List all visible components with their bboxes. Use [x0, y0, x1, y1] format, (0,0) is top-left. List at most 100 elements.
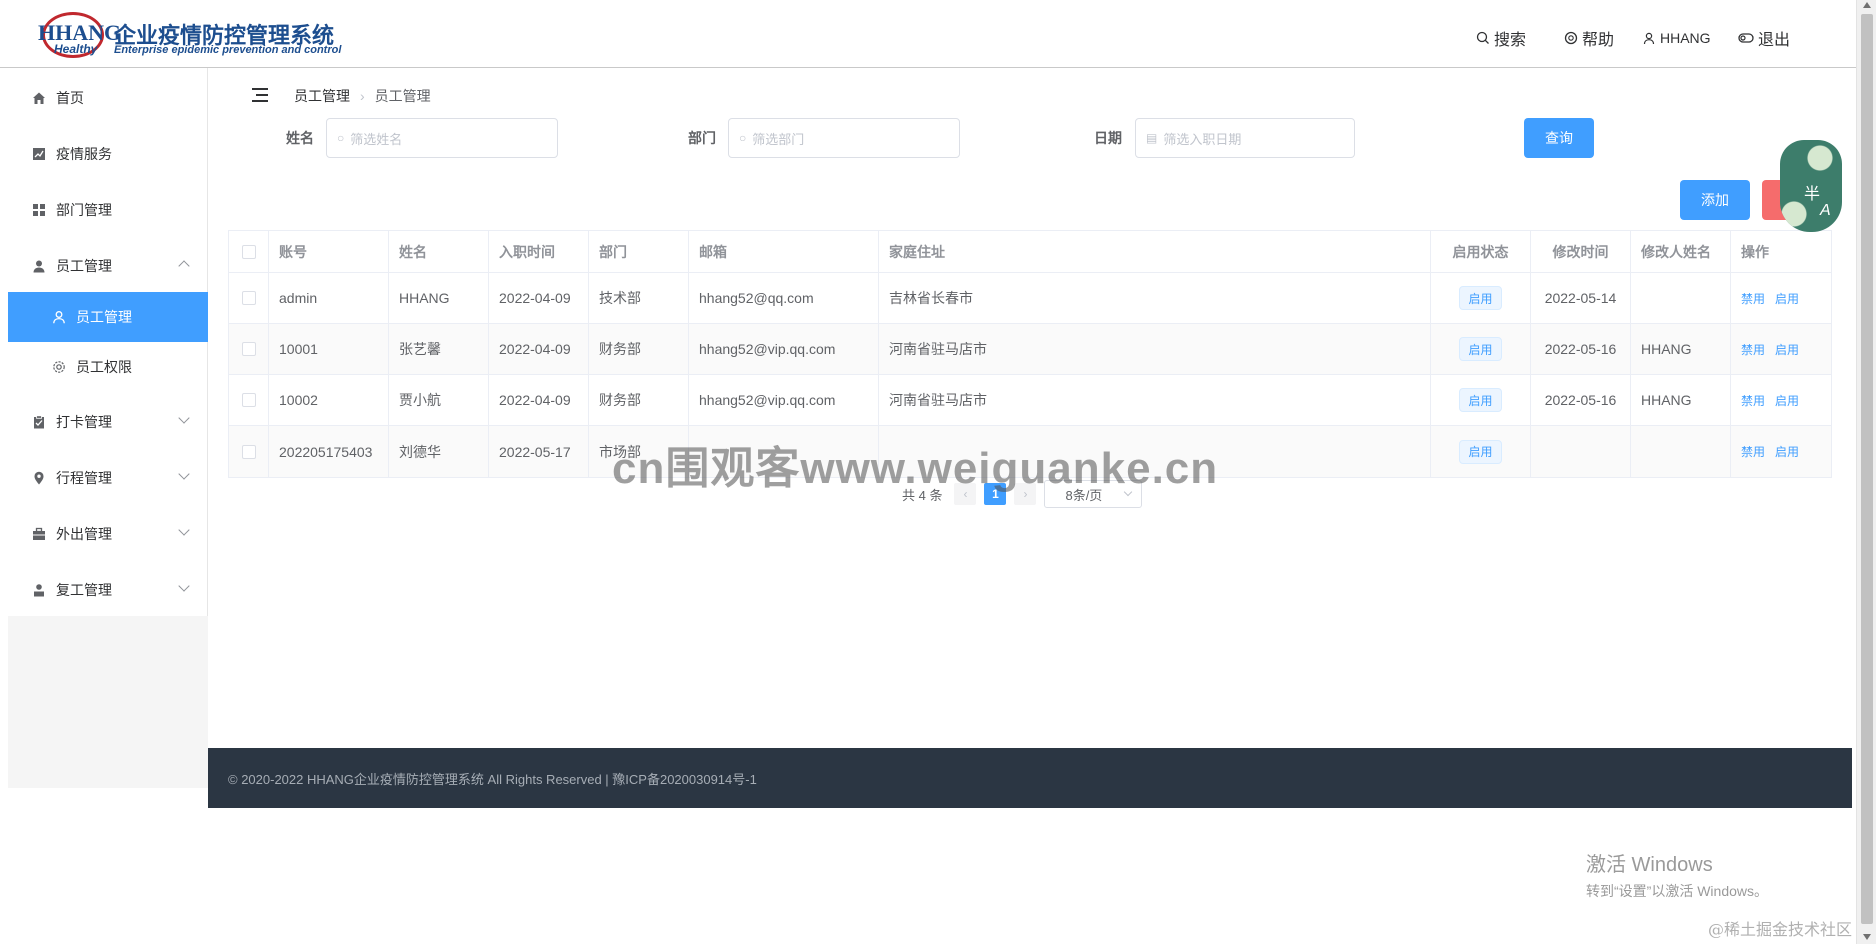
status-badge: 启用	[1459, 286, 1502, 310]
enable-link[interactable]: 启用	[1775, 392, 1799, 409]
breadcrumb-parent[interactable]: 员工管理	[294, 86, 350, 106]
select-all-checkbox[interactable]	[241, 244, 256, 259]
cell-join-date: 2022-04-09	[489, 324, 589, 374]
disable-link[interactable]: 禁用	[1741, 290, 1765, 307]
cell-status: 启用	[1431, 426, 1531, 477]
nav-logout-label: 退出	[1758, 32, 1791, 49]
nav-user-label: HHANG	[1660, 30, 1711, 46]
dept-filter-input[interactable]: ○ 筛选部门	[728, 118, 960, 158]
name-filter-input[interactable]: ○ 筛选姓名	[326, 118, 558, 158]
cell-modifier	[1631, 426, 1731, 477]
cell-modified: 2022-05-16	[1531, 375, 1631, 425]
cell-join-date: 2022-04-09	[489, 375, 589, 425]
disable-link[interactable]: 禁用	[1741, 392, 1765, 409]
name-filter-label: 姓名	[286, 130, 314, 146]
cell-dept: 财务部	[589, 324, 689, 374]
nav-user[interactable]: HHANG	[1642, 26, 1711, 50]
cell-name: HHANG	[389, 273, 489, 323]
dept-filter-label: 部门	[688, 130, 716, 146]
cell-ops: 禁用 启用	[1731, 426, 1833, 477]
table-row[interactable]: admin HHANG 2022-04-09 技术部 hhang52@qq.co…	[229, 273, 1831, 324]
calendar-icon: ▤	[1146, 131, 1158, 145]
worker-icon	[34, 584, 44, 597]
cell-name: 贾小航	[389, 375, 489, 425]
cell-email: hhang52@vip.qq.com	[689, 324, 879, 374]
cell-email: hhang52@vip.qq.com	[689, 375, 879, 425]
menu-collapse-icon[interactable]	[252, 88, 268, 102]
page-scrollbar[interactable]	[1856, 0, 1876, 944]
toggle-icon	[1738, 33, 1754, 43]
col-header: 账号	[269, 231, 389, 272]
col-header: 部门	[589, 231, 689, 272]
row-checkbox[interactable]	[241, 291, 256, 305]
query-button[interactable]: 查询	[1524, 118, 1594, 158]
sidebar-item-resume[interactable]: 复工管理	[8, 564, 208, 616]
nav-search[interactable]: 搜索	[1476, 26, 1526, 50]
sidebar-item-epidemic[interactable]: 疫情服务	[8, 128, 208, 180]
sidebar-item-dept[interactable]: 部门管理	[8, 184, 208, 236]
cell-modified: 2022-05-16	[1531, 324, 1631, 374]
main-content: 员工管理 › 员工管理 姓名 ○ 筛选姓名 部门 ○ 筛选部门 日期 ▤ 筛选入…	[208, 68, 1848, 748]
nav-help-label: 帮助	[1582, 32, 1615, 49]
row-checkbox[interactable]	[241, 342, 256, 356]
chevron-down-icon	[178, 412, 190, 424]
sidebar-item-home[interactable]: 首页	[8, 72, 208, 124]
scroll-down-icon[interactable]	[1863, 934, 1871, 940]
sidebar-item-staff-permission[interactable]: 员工权限	[8, 342, 208, 392]
sidebar-item-outing[interactable]: 外出管理	[8, 508, 208, 560]
home-icon	[33, 92, 45, 104]
date-filter-input[interactable]: ▤ 筛选入职日期	[1135, 118, 1355, 158]
status-badge: 启用	[1459, 337, 1502, 361]
cell-account: 202205175403	[269, 426, 389, 477]
sidebar-item-staff[interactable]: 员工管理	[8, 240, 208, 292]
date-filter-placeholder: 筛选入职日期	[1163, 131, 1242, 147]
widget-char: A	[1820, 202, 1831, 219]
cell-email: hhang52@qq.com	[689, 273, 879, 323]
row-checkbox[interactable]	[241, 444, 256, 459]
clipboard-icon	[34, 415, 44, 429]
sidebar-item-label: 员工权限	[76, 359, 132, 375]
help-icon	[1564, 31, 1578, 45]
row-checkbox[interactable]	[241, 393, 256, 407]
col-header: 邮箱	[689, 231, 879, 272]
table-row[interactable]: 10002 贾小航 2022-04-09 财务部 hhang52@vip.qq.…	[229, 375, 1831, 426]
date-filter-label: 日期	[1094, 130, 1122, 146]
logo-sub: Healthy	[54, 42, 98, 56]
table-header-row: 账号 姓名 入职时间 部门 邮箱 家庭住址 启用状态 修改时间 修改人姓名 操作	[229, 231, 1831, 273]
status-badge: 启用	[1459, 388, 1502, 412]
search-icon	[1476, 31, 1489, 44]
chevron-down-icon	[178, 580, 190, 592]
add-button[interactable]: 添加	[1680, 180, 1750, 220]
enable-link[interactable]: 启用	[1775, 443, 1799, 460]
nav-help[interactable]: 帮助	[1564, 26, 1614, 50]
nav-search-label: 搜索	[1494, 32, 1527, 49]
sidebar-item-staff-manage[interactable]: 员工管理	[8, 292, 208, 342]
windows-activation-title: 激活 Windows	[1586, 854, 1713, 876]
sidebar-item-trip[interactable]: 行程管理	[8, 452, 208, 504]
scrollbar-thumb[interactable]	[1861, 14, 1873, 924]
cell-ops: 禁用 启用	[1731, 324, 1833, 374]
logo[interactable]: HHANG Healthy 企业疫情防控管理系统 Enterprise epid…	[36, 10, 346, 60]
corner-watermark: @稀土掘金技术社区	[1708, 920, 1853, 939]
disable-link[interactable]: 禁用	[1741, 443, 1765, 460]
col-header: 操作	[1741, 243, 1769, 260]
floating-widget[interactable]: 半 A	[1780, 140, 1842, 232]
col-header: 修改时间	[1531, 231, 1631, 272]
select-all-cell	[229, 231, 269, 272]
disable-link[interactable]: 禁用	[1741, 341, 1765, 358]
status-badge: 启用	[1459, 439, 1502, 464]
watermark-text: cn围观客www.weiguanke.cn	[612, 444, 1219, 493]
enable-link[interactable]: 启用	[1775, 290, 1799, 307]
widget-char: 半	[1804, 186, 1821, 203]
cell-status: 启用	[1431, 324, 1531, 374]
sidebar-item-checkin[interactable]: 打卡管理	[8, 396, 208, 448]
enable-link[interactable]: 启用	[1775, 341, 1799, 358]
nav-logout[interactable]: 退出	[1738, 26, 1790, 50]
sidebar-item-label: 打卡管理	[56, 414, 112, 430]
breadcrumb-current: 员工管理	[374, 88, 431, 104]
scroll-up-icon[interactable]	[1863, 2, 1871, 8]
cell-modifier	[1631, 273, 1731, 323]
table-row[interactable]: 10001 张艺馨 2022-04-09 财务部 hhang52@vip.qq.…	[229, 324, 1831, 375]
cell-join-date: 2022-05-17	[489, 426, 589, 477]
chevron-right-icon: ›	[360, 88, 365, 104]
